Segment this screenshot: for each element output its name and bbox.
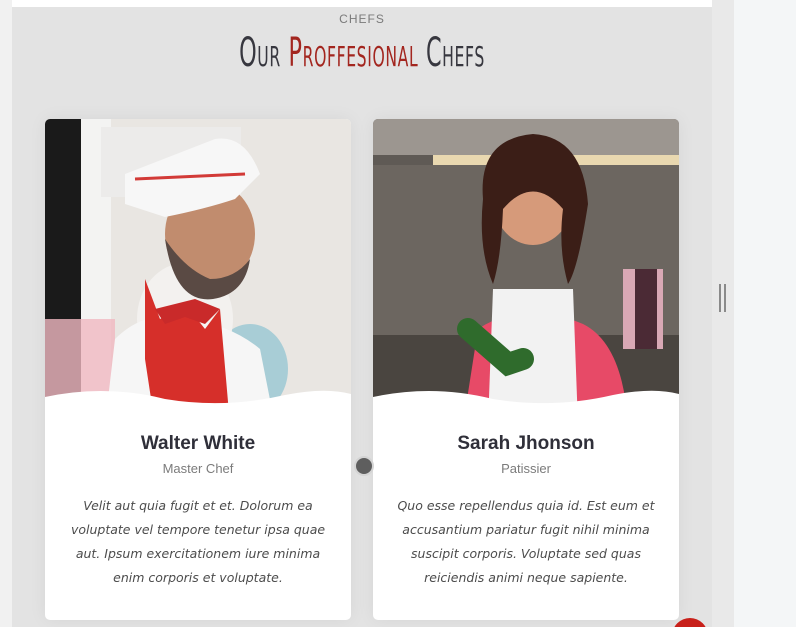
title-accent: Proffesional [288,30,419,76]
section-title: Our Proffesional Chefs [145,30,579,76]
scroll-top-button[interactable] [672,618,708,627]
chef-photo-icon [45,119,351,425]
chef-photo-icon [373,119,679,425]
cursor-dot-icon [354,456,374,476]
header-edge [12,0,712,7]
resize-strip [712,0,734,627]
chef-card[interactable]: Sarah Jhonson Patissier Quo esse repelle… [373,119,679,620]
title-part-2: Chefs [418,30,485,76]
title-part-1: Our [239,30,289,76]
resize-handle-icon[interactable] [719,284,721,312]
resize-handle-icon[interactable] [724,284,726,312]
chef-name: Walter White [140,433,256,454]
chef-card[interactable]: Walter White Master Chef Velit aut quia … [45,119,351,620]
chef-card-body: Sarah Jhonson Patissier Quo esse repelle… [373,425,679,590]
chef-card-body: Walter White Master Chef Velit aut quia … [45,425,351,590]
chef-role: Master Chef [162,461,234,476]
chef-name: Sarah Jhonson [457,433,595,454]
browser-background [734,0,796,627]
chef-role: Patissier [501,461,551,476]
chef-bio: Velit aut quia fugit et et. Dolorum ea v… [70,498,326,585]
chef-bio: Quo esse repellendus quia id. Est eum et… [397,498,655,585]
chefs-section: CHEFS Our Proffesional Chefs Walter Whit… [12,0,712,627]
section-subtitle: CHEFS [339,12,385,26]
